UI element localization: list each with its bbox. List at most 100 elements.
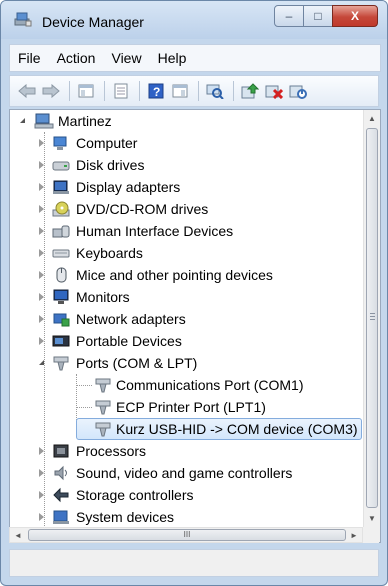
keyboard-icon <box>52 245 70 261</box>
caption-buttons: – □ X <box>274 5 378 27</box>
tree-item-label: Kurz USB-HID -> COM device (COM3) <box>116 421 358 437</box>
expand-icon[interactable] <box>39 205 44 213</box>
collapse-icon[interactable] <box>20 118 25 123</box>
computer-icon <box>52 135 70 151</box>
uninstall-icon[interactable] <box>263 80 285 102</box>
svg-text:?: ? <box>153 85 160 99</box>
grip-line <box>370 316 375 317</box>
back-icon[interactable] <box>16 80 38 102</box>
tree-line <box>44 132 45 528</box>
toolbar-separator <box>139 81 140 101</box>
tree-item-label: Sound, video and game controllers <box>76 465 293 481</box>
help-icon[interactable]: ? <box>145 80 167 102</box>
scrollbar-corner <box>363 527 379 543</box>
expand-icon[interactable] <box>39 447 44 455</box>
menu-help[interactable]: Help <box>150 50 195 66</box>
vertical-scrollbar[interactable]: ▲ ▼ <box>363 110 380 542</box>
title-bar: Device Manager – □ X <box>1 1 387 39</box>
monitor-icon <box>52 289 70 305</box>
minimize-button[interactable]: – <box>274 5 304 27</box>
tree-line <box>76 407 92 408</box>
tree-line <box>76 385 92 386</box>
tree-item-label: Human Interface Devices <box>76 223 234 239</box>
tree-item-label: Ports (COM & LPT) <box>76 355 198 371</box>
tree-item-label: Storage controllers <box>76 487 194 503</box>
tree-item-label: Display adapters <box>76 179 181 195</box>
disk-drive-icon <box>52 157 70 173</box>
grip-line <box>370 313 375 314</box>
tree-root-label: Martinez <box>58 113 112 129</box>
device-tree[interactable]: Martinez Computer Disk drives Display ad… <box>9 109 381 543</box>
close-button[interactable]: X <box>332 5 378 27</box>
expand-icon[interactable] <box>39 469 44 477</box>
tree-item-label: Computer <box>76 135 138 151</box>
expand-icon[interactable] <box>39 491 44 499</box>
scan-hardware-icon[interactable] <box>204 80 226 102</box>
window-title: Device Manager <box>42 14 144 30</box>
tree-item-label: Communications Port (COM1) <box>116 377 304 393</box>
toolbar-separator <box>198 81 199 101</box>
port-icon <box>94 421 112 437</box>
tree-item-label: System devices <box>76 509 175 525</box>
tree-item-label: Processors <box>76 443 147 459</box>
expand-icon[interactable] <box>39 315 44 323</box>
device-tree-rows: Martinez Computer Disk drives Display ad… <box>10 110 362 542</box>
scroll-down-arrow[interactable]: ▼ <box>364 510 380 526</box>
toolbar-separator <box>233 81 234 101</box>
device-manager-icon <box>14 11 32 27</box>
menu-view[interactable]: View <box>103 50 149 66</box>
expand-icon[interactable] <box>39 271 44 279</box>
tree-item-label: DVD/CD-ROM drives <box>76 201 209 217</box>
expand-icon[interactable] <box>39 293 44 301</box>
storage-controller-icon <box>52 487 70 503</box>
expand-icon[interactable] <box>39 139 44 147</box>
scroll-left-arrow[interactable]: ◄ <box>10 527 26 543</box>
tree-item-label: Monitors <box>76 289 130 305</box>
horizontal-scrollbar[interactable]: ◄ III ► <box>9 527 363 543</box>
vertical-scroll-thumb[interactable] <box>366 128 378 508</box>
expand-icon[interactable] <box>39 337 44 345</box>
device-manager-window: Device Manager – □ X File Action View He… <box>0 0 388 586</box>
menu-bar: File Action View Help <box>9 44 381 72</box>
expand-icon[interactable] <box>39 513 44 521</box>
processor-icon <box>52 443 70 459</box>
expand-icon[interactable] <box>39 161 44 169</box>
action-pane-icon[interactable] <box>169 80 191 102</box>
mouse-icon <box>52 267 70 283</box>
expand-icon[interactable] <box>39 183 44 191</box>
show-hide-console-tree-icon[interactable] <box>75 80 97 102</box>
disable-icon[interactable] <box>287 80 309 102</box>
grip-line <box>370 319 375 320</box>
toolbar-separator <box>104 81 105 101</box>
tree-item-label: Mice and other pointing devices <box>76 267 273 283</box>
port-icon <box>94 377 112 393</box>
forward-icon[interactable] <box>40 80 62 102</box>
tree-item-label: Disk drives <box>76 157 145 173</box>
expand-icon[interactable] <box>39 249 44 257</box>
network-adapter-icon <box>52 311 70 327</box>
expand-icon[interactable] <box>39 227 44 235</box>
tree-item-label: Keyboards <box>76 245 143 261</box>
sound-icon <box>52 465 70 481</box>
menu-file[interactable]: File <box>10 50 49 66</box>
computer-root-icon <box>34 113 54 129</box>
collapse-icon[interactable] <box>39 360 44 365</box>
tree-item-label: Network adapters <box>76 311 186 327</box>
status-bar <box>9 549 379 577</box>
update-driver-icon[interactable] <box>239 80 261 102</box>
menu-action[interactable]: Action <box>49 50 104 66</box>
toolbar: ? <box>9 75 379 107</box>
system-device-icon <box>52 509 70 525</box>
horizontal-scroll-thumb[interactable]: III <box>28 529 346 541</box>
tree-item-label: ECP Printer Port (LPT1) <box>116 399 266 415</box>
display-adapter-icon <box>52 179 70 195</box>
properties-icon[interactable] <box>110 80 132 102</box>
portable-device-icon <box>52 333 70 349</box>
port-icon <box>94 399 112 415</box>
maximize-button[interactable]: □ <box>303 5 333 27</box>
scroll-right-arrow[interactable]: ► <box>346 527 362 543</box>
port-icon <box>52 355 70 371</box>
tree-root[interactable]: Martinez <box>10 110 362 132</box>
hid-icon <box>52 223 70 239</box>
scroll-up-arrow[interactable]: ▲ <box>364 110 380 126</box>
